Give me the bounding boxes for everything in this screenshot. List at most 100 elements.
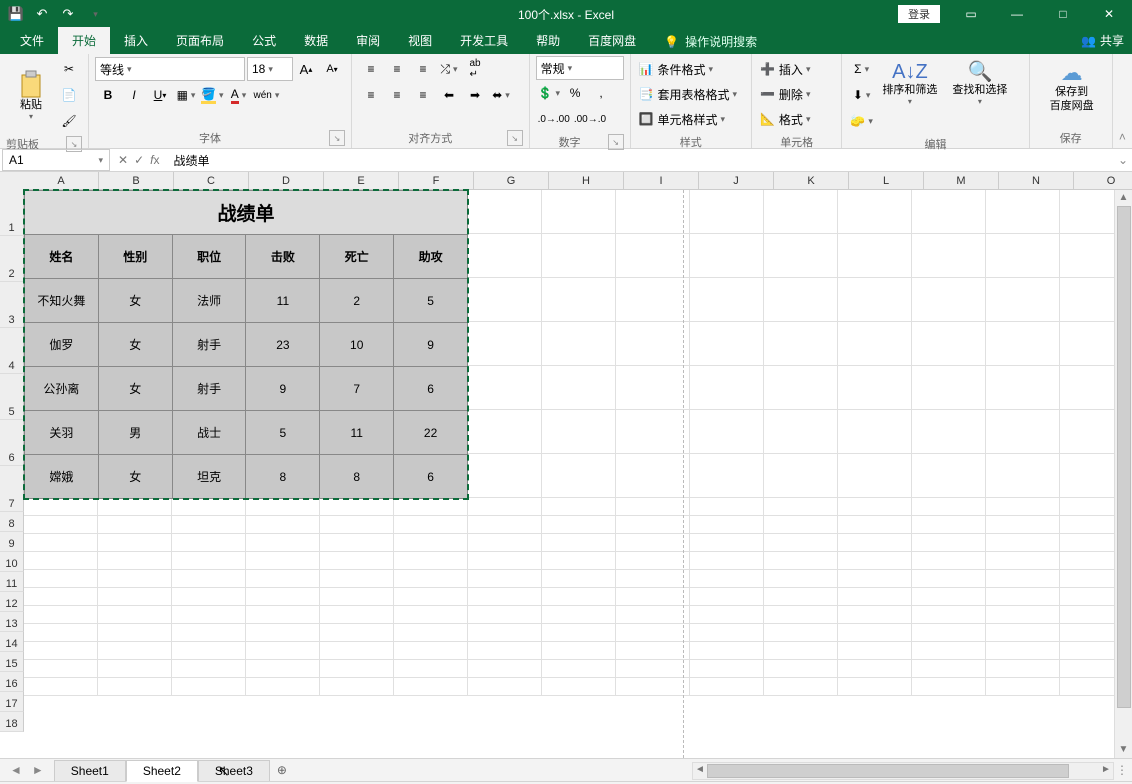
save-baidu-button[interactable]: ☁ 保存到 百度网盘 <box>1037 57 1107 116</box>
tab-view[interactable]: 视图 <box>394 27 446 54</box>
row-header-16[interactable]: 16 <box>0 672 24 692</box>
copy-icon[interactable]: 📄 <box>57 83 81 107</box>
enter-formula-icon[interactable]: ✓ <box>134 153 144 167</box>
col-header-C[interactable]: C <box>174 172 249 190</box>
number-dialog-icon[interactable]: ↘ <box>608 134 624 150</box>
scroll-right-icon[interactable]: ► <box>1099 763 1113 777</box>
align-middle-icon[interactable]: ≡ <box>385 57 409 81</box>
tab-data[interactable]: 数据 <box>290 27 342 54</box>
conditional-format-button[interactable]: 📊条件格式 <box>638 57 744 81</box>
row-header-11[interactable]: 11 <box>0 572 24 592</box>
align-top-icon[interactable]: ≡ <box>359 57 383 81</box>
percent-icon[interactable]: % <box>563 81 587 105</box>
row-header-15[interactable]: 15 <box>0 652 24 672</box>
selection-table[interactable]: 战绩单姓名性别职位击败死亡助攻不知火舞女法师1125伽罗女射手23109公孙离女… <box>24 190 468 499</box>
row-header-14[interactable]: 14 <box>0 632 24 652</box>
row-header-3[interactable]: 3 <box>0 282 24 328</box>
col-header-L[interactable]: L <box>849 172 924 190</box>
font-name-select[interactable]: 等线 <box>95 57 245 81</box>
row-header-1[interactable]: 1 <box>0 190 24 236</box>
name-box[interactable]: A1▾ <box>2 149 110 171</box>
sort-filter-button[interactable]: A↓Z 排序和筛选▾ <box>876 57 944 110</box>
col-header-K[interactable]: K <box>774 172 849 190</box>
col-header-J[interactable]: J <box>699 172 774 190</box>
collapse-ribbon-icon[interactable]: ˄ <box>1113 54 1132 148</box>
decrease-indent-icon[interactable]: ⬅ <box>437 83 461 107</box>
phonetic-icon[interactable]: wén <box>252 83 280 107</box>
vscroll-thumb[interactable] <box>1117 206 1131 708</box>
font-size-select[interactable]: 18 <box>247 57 293 81</box>
formula-input[interactable]: 战绩单 <box>167 152 1114 169</box>
cancel-formula-icon[interactable]: ✕ <box>118 153 128 167</box>
row-header-7[interactable]: 7 <box>0 466 24 512</box>
delete-cells-button[interactable]: ➖删除 <box>759 82 831 106</box>
col-header-M[interactable]: M <box>924 172 999 190</box>
col-header-D[interactable]: D <box>249 172 324 190</box>
tab-dev[interactable]: 开发工具 <box>446 27 522 54</box>
tab-insert[interactable]: 插入 <box>110 27 162 54</box>
increase-font-icon[interactable]: A▴ <box>294 57 318 81</box>
paste-button[interactable]: 粘贴 ▾ <box>7 66 55 125</box>
tellme-search[interactable]: 💡 操作说明搜索 <box>656 29 765 54</box>
cells-area[interactable]: 战绩单姓名性别职位击败死亡助攻不知火舞女法师1125伽罗女射手23109公孙离女… <box>24 190 1132 696</box>
autosum-icon[interactable]: Σ <box>849 57 873 81</box>
align-bottom-icon[interactable]: ≡ <box>411 57 435 81</box>
wrap-text-icon[interactable]: ab↵ <box>463 57 487 81</box>
vertical-scrollbar[interactable]: ▲ ▼ <box>1114 190 1132 758</box>
expand-formula-icon[interactable]: ⌄ <box>1114 153 1132 167</box>
table-format-button[interactable]: 📑套用表格格式 <box>638 82 744 106</box>
select-all-corner[interactable] <box>0 172 25 191</box>
row-header-18[interactable]: 18 <box>0 712 24 732</box>
comma-icon[interactable]: , <box>589 81 613 105</box>
format-painter-icon[interactable]: 🖌 <box>57 109 81 133</box>
cell-style-button[interactable]: 🔲单元格样式 <box>638 107 744 131</box>
italic-icon[interactable]: I <box>122 83 146 107</box>
fill-icon[interactable]: ⬇ <box>849 83 873 107</box>
row-header-17[interactable]: 17 <box>0 692 24 712</box>
sheet-nav-prev-icon[interactable]: ◄ <box>10 763 22 777</box>
decrease-font-icon[interactable]: A▾ <box>320 57 344 81</box>
tab-layout[interactable]: 页面布局 <box>162 27 238 54</box>
tab-file[interactable]: 文件 <box>6 27 58 54</box>
sheet-tab-1[interactable]: Sheet1 <box>54 760 126 781</box>
merge-icon[interactable]: ⬌ <box>489 83 513 107</box>
row-header-10[interactable]: 10 <box>0 552 24 572</box>
sheet-tab-3[interactable]: Sheet3 <box>198 760 270 781</box>
scroll-down-icon[interactable]: ▼ <box>1115 742 1132 758</box>
row-header-12[interactable]: 12 <box>0 592 24 612</box>
font-color-icon[interactable]: A <box>226 83 250 107</box>
scroll-up-icon[interactable]: ▲ <box>1115 190 1132 206</box>
cut-icon[interactable]: ✂ <box>57 57 81 81</box>
row-headers[interactable]: 123456789101112131415161718 <box>0 190 24 732</box>
tab-review[interactable]: 审阅 <box>342 27 394 54</box>
clear-icon[interactable]: 🧽 <box>849 109 873 133</box>
row-header-9[interactable]: 9 <box>0 532 24 552</box>
col-header-E[interactable]: E <box>324 172 399 190</box>
column-headers[interactable]: ABCDEFGHIJKLMNO <box>24 172 1132 190</box>
col-header-A[interactable]: A <box>24 172 99 190</box>
col-header-N[interactable]: N <box>999 172 1074 190</box>
border-icon[interactable]: ▦ <box>174 83 198 107</box>
format-cells-button[interactable]: 📐格式 <box>759 107 831 131</box>
align-dialog-icon[interactable]: ↘ <box>507 130 523 146</box>
col-header-F[interactable]: F <box>399 172 474 190</box>
orientation-icon[interactable]: ⤮ <box>437 57 461 81</box>
tab-baidu[interactable]: 百度网盘 <box>574 27 650 54</box>
decrease-decimal-icon[interactable]: .00→.0 <box>573 107 607 131</box>
bold-icon[interactable]: B <box>96 83 120 107</box>
col-header-I[interactable]: I <box>624 172 699 190</box>
spreadsheet-grid[interactable]: ABCDEFGHIJKLMNO 123456789101112131415161… <box>0 172 1132 758</box>
row-header-8[interactable]: 8 <box>0 512 24 532</box>
fx-icon[interactable]: fx <box>150 153 159 167</box>
align-left-icon[interactable]: ≡ <box>359 83 383 107</box>
sheet-tab-2[interactable]: Sheet2 <box>126 760 198 782</box>
increase-indent-icon[interactable]: ➡ <box>463 83 487 107</box>
col-header-H[interactable]: H <box>549 172 624 190</box>
col-header-O[interactable]: O <box>1074 172 1132 190</box>
row-header-2[interactable]: 2 <box>0 236 24 282</box>
row-header-13[interactable]: 13 <box>0 612 24 632</box>
scroll-left-icon[interactable]: ◄ <box>693 763 707 777</box>
find-select-button[interactable]: 🔍 查找和选择▾ <box>946 57 1014 110</box>
increase-decimal-icon[interactable]: .0→.00 <box>537 107 571 131</box>
underline-icon[interactable]: U▾ <box>148 83 172 107</box>
